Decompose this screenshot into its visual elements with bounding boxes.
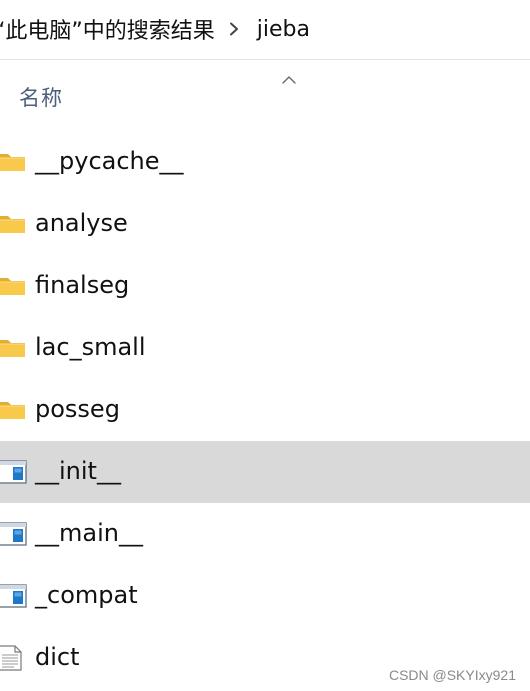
folder-icon	[0, 148, 28, 176]
file-explorer-window: “此电脑”中的搜索结果 jieba 名称 __pycache__analyse f…	[0, 0, 530, 691]
file-name: analyse	[35, 208, 128, 237]
breadcrumb: “此电脑”中的搜索结果 jieba	[0, 0, 530, 58]
folder-icon	[0, 272, 28, 300]
file-name: __pycache__	[35, 146, 184, 175]
divider	[0, 59, 530, 60]
file-row-posseg[interactable]: posseg	[0, 379, 530, 441]
file-list: __pycache__analyse finalseg lac_smallposse…	[0, 131, 530, 689]
file-row-init[interactable]: __init__	[0, 441, 530, 503]
chevron-right-icon[interactable]	[229, 22, 239, 36]
watermark: CSDN @SKYIxy921	[388, 667, 516, 683]
folder-icon	[0, 210, 28, 238]
breadcrumb-search-results[interactable]: “此电脑”中的搜索结果	[0, 13, 215, 45]
file-name: _compat	[35, 580, 138, 609]
text-file-icon	[0, 644, 28, 672]
file-name: __init__	[35, 456, 121, 485]
python-file-icon	[0, 520, 28, 548]
file-row-lac-small[interactable]: lac_small	[0, 317, 530, 379]
sort-ascending-icon[interactable]	[282, 69, 296, 84]
file-name: dict	[35, 642, 80, 671]
folder-icon	[0, 334, 28, 362]
file-row-compat[interactable]: _compat	[0, 565, 530, 627]
python-file-icon	[0, 582, 28, 610]
file-name: posseg	[35, 394, 120, 423]
python-file-icon	[0, 458, 28, 486]
breadcrumb-current-folder[interactable]: jieba	[257, 17, 310, 42]
file-name: __main__	[35, 518, 143, 547]
folder-icon	[0, 396, 28, 424]
file-name: finalseg	[35, 270, 130, 299]
column-header-name[interactable]: 名称	[19, 82, 63, 112]
file-row-main[interactable]: __main__	[0, 503, 530, 565]
file-row-pycache[interactable]: __pycache__	[0, 131, 530, 193]
file-row-finalseg[interactable]: finalseg	[0, 255, 530, 317]
file-row-analyse[interactable]: analyse	[0, 193, 530, 255]
file-name: lac_small	[35, 332, 146, 361]
